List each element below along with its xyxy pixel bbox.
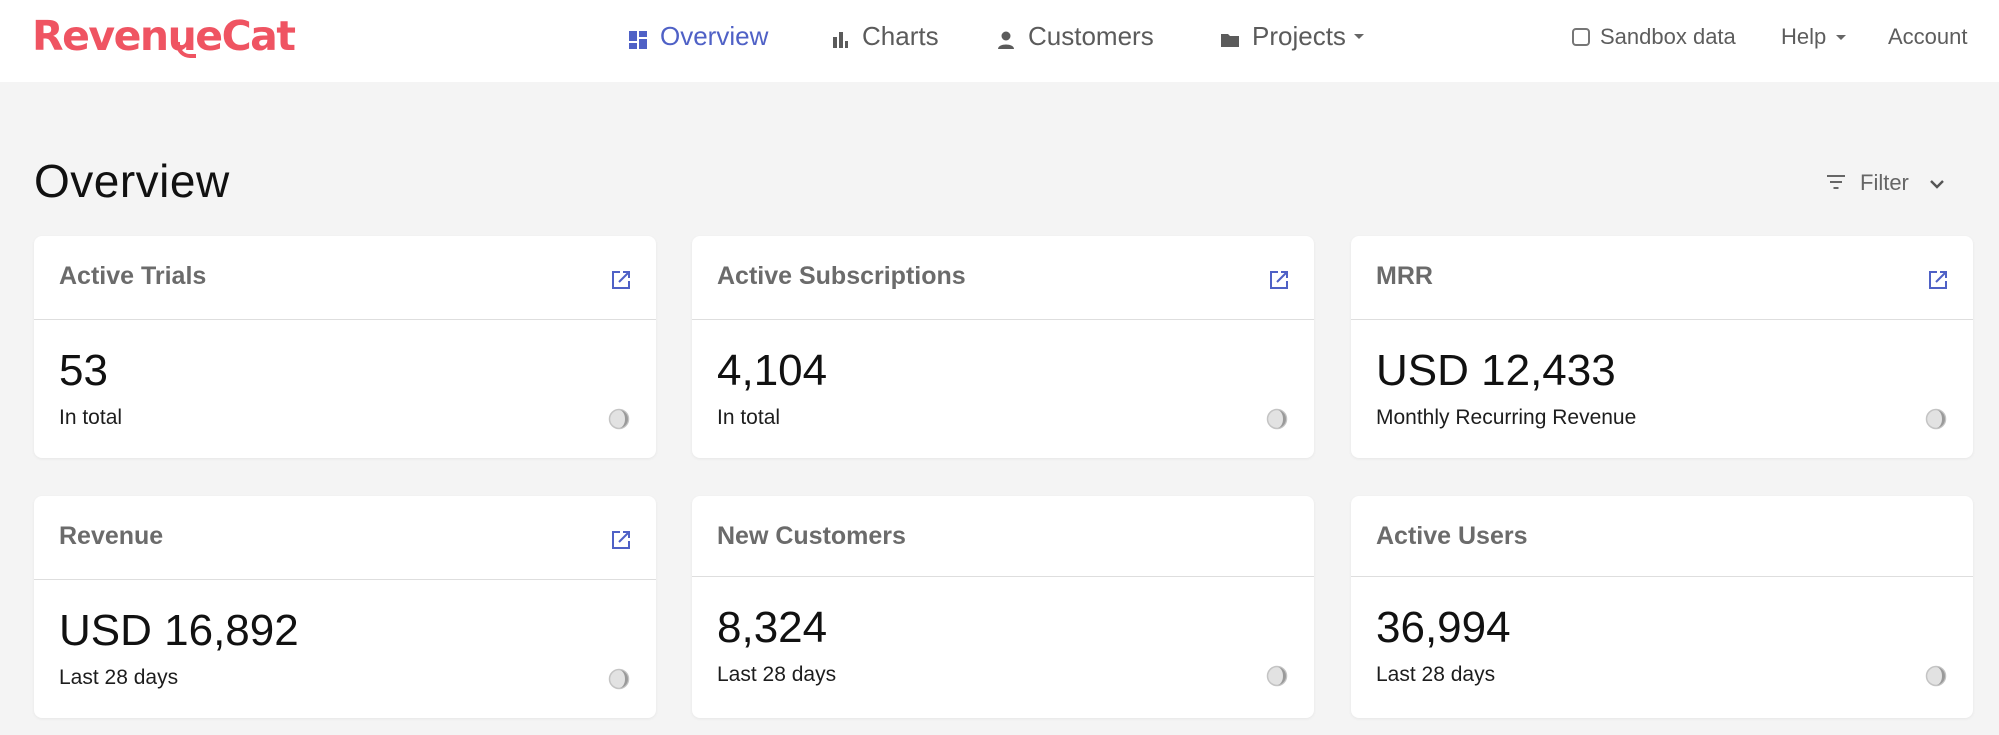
folder-icon [1220, 26, 1240, 47]
card-value: USD 12,433 [1376, 346, 1616, 395]
filter-icon [1826, 170, 1846, 196]
nav-item-label: Overview [660, 20, 769, 51]
card-value: 4,104 [717, 346, 828, 395]
card-header: Revenue [34, 496, 656, 580]
card-subtitle: Monthly Recurring Revenue [1376, 406, 1637, 429]
metric-card-revenue[interactable]: Revenue USD 16,892 Last 28 days [34, 496, 656, 718]
sandbox-data-toggle[interactable]: Sandbox data [1572, 22, 1736, 52]
person-icon [996, 26, 1016, 49]
nav-item-customers[interactable]: Customers [996, 18, 1154, 54]
status-indicator-icon [608, 668, 630, 690]
card-title: Active Subscriptions [717, 262, 966, 290]
card-value: 36,994 [1376, 603, 1511, 652]
sandbox-checkbox[interactable] [1572, 28, 1590, 46]
account-label: Account [1888, 24, 1968, 49]
nav-item-label: Customers [1028, 20, 1154, 51]
status-indicator-icon [1266, 665, 1288, 687]
status-indicator-icon [1925, 408, 1947, 430]
card-header: Active Trials [34, 236, 656, 320]
page-title: Overview [34, 155, 230, 207]
chevron-down-icon [1836, 34, 1847, 40]
status-indicator-icon [1925, 665, 1947, 687]
card-header: MRR [1351, 236, 1973, 320]
status-indicator-icon [608, 408, 630, 430]
card-header: New Customers [692, 496, 1314, 577]
account-link[interactable]: Account [1888, 22, 1968, 52]
nav-item-label: Charts [862, 20, 939, 51]
card-header: Active Users [1351, 496, 1973, 577]
external-link-icon[interactable] [1928, 270, 1948, 290]
external-link-icon[interactable] [611, 270, 631, 290]
nav-item-label: Projects [1252, 20, 1346, 51]
revenuecat-logo[interactable]: RevenueCat [32, 12, 296, 60]
card-subtitle: Last 28 days [717, 663, 837, 686]
top-navigation-bar: RevenueCat Overview Charts Customers Pro… [0, 0, 1999, 82]
metric-card-active-subscriptions[interactable]: Active Subscriptions 4,104 In total [692, 236, 1314, 458]
dashboard-icon [628, 26, 648, 49]
card-subtitle: Last 28 days [59, 666, 179, 689]
card-value: 53 [59, 346, 108, 395]
metric-card-active-users[interactable]: Active Users 36,994 Last 28 days [1351, 496, 1973, 718]
help-label: Help [1781, 24, 1827, 49]
card-header: Active Subscriptions [692, 236, 1314, 320]
card-value: USD 16,892 [59, 606, 299, 655]
bar-chart-icon [830, 26, 850, 48]
chevron-down-icon [1929, 170, 1945, 196]
metric-card-active-trials[interactable]: Active Trials 53 In total [34, 236, 656, 458]
nav-item-overview[interactable]: Overview [628, 18, 768, 54]
filter-label: Filter [1860, 170, 1909, 195]
status-indicator-icon [1266, 408, 1288, 430]
card-subtitle: Last 28 days [1376, 663, 1496, 686]
sandbox-label: Sandbox data [1600, 24, 1736, 49]
nav-item-charts[interactable]: Charts [830, 18, 939, 54]
card-subtitle: In total [717, 406, 781, 429]
external-link-icon[interactable] [611, 530, 631, 550]
card-value: 8,324 [717, 603, 828, 652]
card-title: MRR [1376, 262, 1433, 290]
external-link-icon[interactable] [1269, 270, 1289, 290]
metric-card-mrr[interactable]: MRR USD 12,433 Monthly Recurring Revenue [1351, 236, 1973, 458]
card-title: Active Users [1376, 522, 1528, 550]
filter-button[interactable]: Filter [1826, 170, 1945, 196]
chevron-down-icon [1353, 33, 1364, 39]
card-subtitle: In total [59, 406, 123, 429]
nav-item-projects[interactable]: Projects [1220, 18, 1364, 54]
card-title: Active Trials [59, 262, 207, 290]
card-title: New Customers [717, 522, 906, 550]
metric-card-new-customers[interactable]: New Customers 8,324 Last 28 days [692, 496, 1314, 718]
help-menu[interactable]: Help [1781, 22, 1847, 52]
card-title: Revenue [59, 522, 164, 550]
